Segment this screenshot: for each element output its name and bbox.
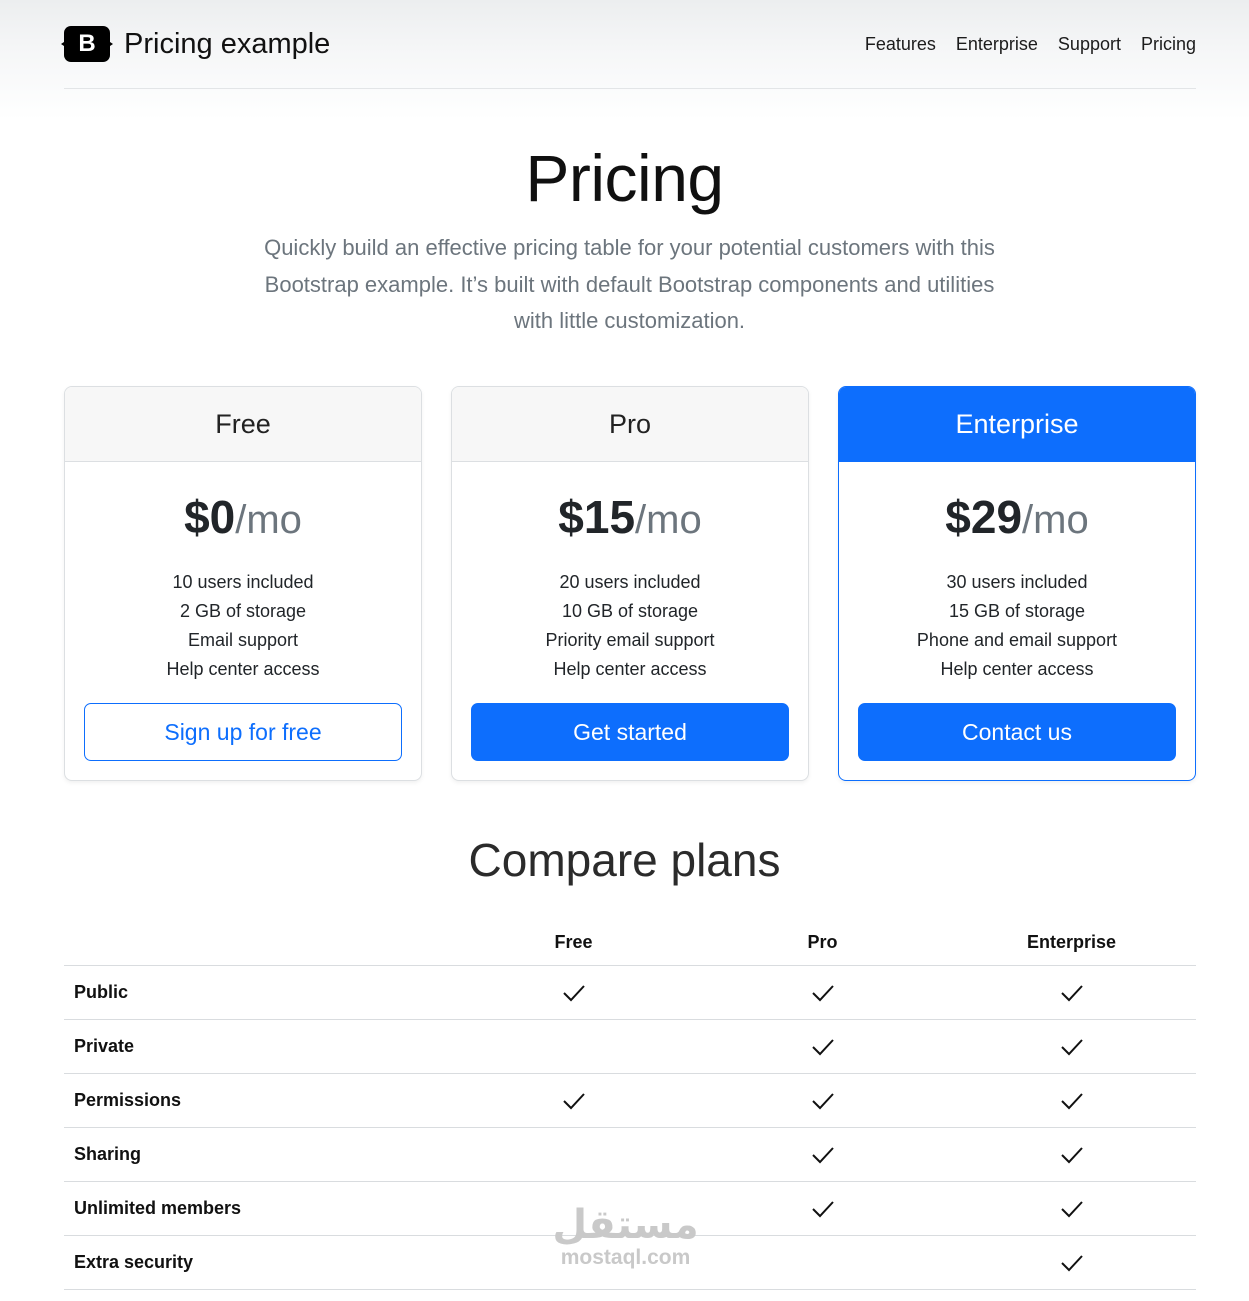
cell-pro: [698, 1145, 947, 1165]
price-amount: $29: [945, 491, 1023, 543]
logo-letter: B: [78, 30, 96, 57]
feature-name: Public: [74, 982, 129, 1002]
brand-title: Pricing example: [124, 27, 331, 60]
sign-up-free-button[interactable]: Sign up for free: [84, 703, 402, 761]
nav-support[interactable]: Support: [1058, 34, 1121, 55]
check-icon: [1060, 1145, 1084, 1165]
check-icon: [1060, 1199, 1084, 1219]
site-header: B Pricing example Features Enterprise Su…: [64, 0, 1196, 89]
feature-item: 10 GB of storage: [561, 601, 699, 621]
main-nav: Features Enterprise Support Pricing: [865, 34, 1196, 55]
check-icon: [811, 1091, 835, 1111]
check-icon: [811, 1037, 835, 1057]
feature-item: 20 users included: [559, 572, 701, 592]
feature-name: Permissions: [74, 1090, 182, 1110]
price-unit: /mo: [1022, 498, 1089, 542]
price-amount: $15: [558, 491, 636, 543]
check-icon: [562, 1091, 586, 1111]
plan-name: Pro: [452, 387, 808, 462]
page-title: Pricing: [525, 141, 724, 215]
column-header-pro: Pro: [807, 932, 838, 952]
pricing-card-pro: Pro $15/mo 20 users included 10 GB of st…: [451, 386, 809, 781]
nav-features[interactable]: Features: [865, 34, 936, 55]
table-row: Private: [64, 1020, 1196, 1074]
table-row: Sharing: [64, 1128, 1196, 1182]
plan-name: Enterprise: [839, 387, 1195, 462]
price-unit: /mo: [635, 498, 702, 542]
nav-pricing[interactable]: Pricing: [1141, 34, 1196, 55]
check-icon: [811, 983, 835, 1003]
column-header-enterprise: Enterprise: [1026, 932, 1117, 952]
check-icon: [1060, 983, 1084, 1003]
feature-item: 2 GB of storage: [179, 601, 307, 621]
cell-enterprise: [947, 1145, 1196, 1165]
check-icon: [811, 1199, 835, 1219]
plan-price: $29/mo: [839, 490, 1195, 546]
feature-item: Phone and email support: [916, 630, 1118, 650]
brand-link[interactable]: B Pricing example: [64, 26, 330, 62]
cell-enterprise: [947, 1253, 1196, 1273]
feature-item: Email support: [187, 630, 299, 650]
feature-item: 15 GB of storage: [948, 601, 1086, 621]
check-icon: [562, 983, 586, 1003]
cell-free: [449, 1091, 698, 1111]
cell-pro: [698, 983, 947, 1003]
feature-item: Help center access: [940, 659, 1094, 679]
check-icon: [1060, 1091, 1084, 1111]
pricing-card-enterprise: Enterprise $29/mo 30 users included 15 G…: [838, 386, 1196, 781]
watermark: مستقل mostaql.com: [548, 1203, 703, 1269]
bootstrap-logo-icon: B: [64, 26, 110, 62]
feature-name: Extra security: [74, 1252, 194, 1272]
feature-item: 10 users included: [172, 572, 314, 592]
nav-enterprise[interactable]: Enterprise: [956, 34, 1038, 55]
cell-pro: [698, 1091, 947, 1111]
get-started-button[interactable]: Get started: [471, 703, 789, 761]
watermark-arabic: مستقل: [552, 1202, 699, 1248]
plan-features: 10 users included 2 GB of storage Email …: [65, 568, 421, 684]
plan-features: 20 users included 10 GB of storage Prior…: [452, 568, 808, 684]
cell-enterprise: [947, 1037, 1196, 1057]
plan-price: $15/mo: [452, 490, 808, 546]
check-icon: [1060, 1253, 1084, 1273]
column-header-free: Free: [554, 932, 593, 952]
feature-name: Sharing: [74, 1144, 142, 1164]
page-lead: Quickly build an effective pricing table…: [264, 235, 995, 333]
contact-us-button[interactable]: Contact us: [858, 703, 1176, 761]
check-icon: [1060, 1037, 1084, 1057]
check-icon: [811, 1145, 835, 1165]
cell-enterprise: [947, 983, 1196, 1003]
compare-title: Compare plans: [468, 834, 781, 886]
watermark-latin: mostaql.com: [560, 1246, 691, 1269]
feature-name: Unlimited members: [74, 1198, 242, 1218]
pricing-card-free: Free $0/mo 10 users included 2 GB of sto…: [64, 386, 422, 781]
cell-enterprise: [947, 1199, 1196, 1219]
plan-name: Free: [65, 387, 421, 462]
price-amount: $0: [184, 491, 236, 543]
plan-features: 30 users included 15 GB of storage Phone…: [839, 568, 1195, 684]
table-row: Permissions: [64, 1074, 1196, 1128]
feature-item: 30 users included: [946, 572, 1088, 592]
table-row: Public: [64, 966, 1196, 1020]
feature-name: Private: [74, 1036, 135, 1056]
cell-pro: [698, 1037, 947, 1057]
price-unit: /mo: [235, 498, 302, 542]
cell-enterprise: [947, 1091, 1196, 1111]
feature-item: Priority email support: [545, 630, 715, 650]
cell-pro: [698, 1199, 947, 1219]
table-header: Free Pro Enterprise: [64, 920, 1196, 966]
plan-price: $0/mo: [65, 490, 421, 546]
cell-free: [449, 983, 698, 1003]
feature-item: Help center access: [166, 659, 320, 679]
feature-item: Help center access: [553, 659, 707, 679]
